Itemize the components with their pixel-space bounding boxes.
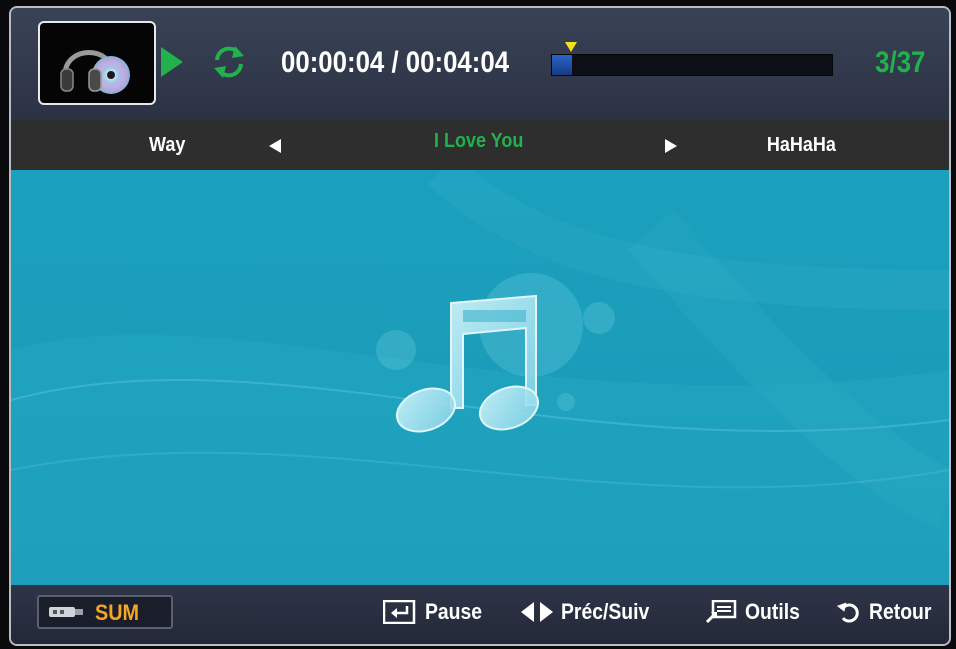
background-art (11, 170, 949, 585)
prev-next-label: Préc/Suiv (561, 599, 650, 624)
device-selector[interactable]: SUM (37, 595, 173, 629)
pause-hint[interactable]: Pause (383, 599, 490, 625)
device-label: SUM (95, 600, 140, 625)
current-track: I Love You (433, 130, 524, 152)
now-playing-visual (11, 170, 949, 585)
back-hint[interactable]: Retour (837, 599, 940, 625)
tools-label: Outils (745, 599, 800, 624)
previous-track[interactable]: Way (149, 134, 185, 157)
album-thumbnail (38, 21, 156, 105)
prev-next-hint[interactable]: Préc/Suiv (521, 599, 661, 625)
left-right-arrows-icon (521, 602, 553, 622)
repeat-icon[interactable] (211, 44, 247, 80)
back-label: Retour (869, 599, 932, 624)
next-arrow-icon[interactable] (665, 139, 677, 153)
previous-arrow-icon[interactable] (269, 139, 281, 153)
return-icon (837, 602, 859, 623)
control-hints: SUM Pause Préc/Suiv Outils Retour (11, 585, 949, 644)
usb-device-icon (49, 607, 83, 617)
headphones-cd-icon (60, 50, 130, 94)
track-navigation: Way I Love You HaHaHa (11, 120, 949, 170)
tools-icon (705, 600, 737, 624)
enter-key-icon (383, 600, 416, 624)
player-header: 00:00:04 / 00:04:04 3/37 (11, 8, 949, 120)
next-track[interactable]: HaHaHa (767, 134, 836, 157)
pause-label: Pause (425, 599, 483, 624)
music-player-screen: 00:00:04 / 00:04:04 3/37 Way I Love You … (9, 6, 951, 646)
play-icon[interactable] (161, 47, 183, 77)
track-counter: 3/37 (874, 46, 925, 79)
progress-marker[interactable] (564, 42, 577, 52)
tools-hint[interactable]: Outils (705, 599, 807, 625)
playback-time: 00:00:04 / 00:04:04 (281, 46, 510, 79)
progress-bar[interactable] (551, 54, 833, 76)
progress-fill (552, 55, 572, 75)
